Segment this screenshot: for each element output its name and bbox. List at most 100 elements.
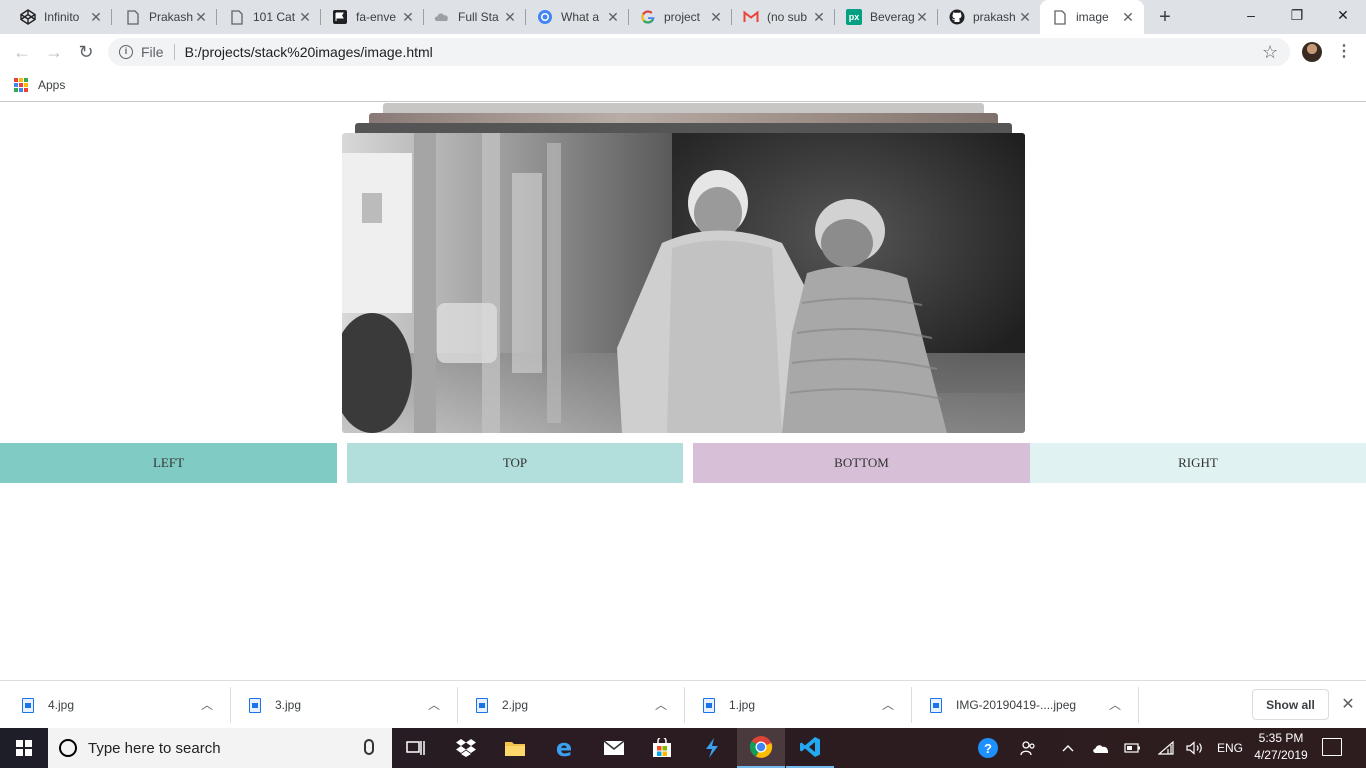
close-window-button[interactable]: ✕ [1320,0,1366,30]
download-item[interactable]: 2.jpg ︿ [458,681,685,729]
tab-close-icon[interactable]: ✕ [502,9,518,25]
doc-icon [1052,9,1068,25]
github-icon [949,9,965,25]
tab-close-icon[interactable]: ✕ [88,9,104,25]
system-clock[interactable]: 5:35 PM 4/27/2019 [1246,730,1316,766]
image-file-icon [22,697,34,713]
tab-close-icon[interactable]: ✕ [193,9,209,25]
apps-label: Apps [38,78,66,92]
tab-infinito[interactable]: Infinito ✕ [8,0,112,34]
url-text[interactable]: B:/projects/stack%20images/image.html [185,44,433,60]
forward-arrow-icon[interactable]: → [42,40,66,64]
tab-gmail[interactable]: (no sub ✕ [731,0,835,34]
new-tab-button[interactable]: + [1153,5,1177,29]
download-filename: 2.jpg [502,698,529,712]
fontawesome-flag-icon [332,9,348,25]
top-button[interactable]: TOP [347,443,683,483]
download-item[interactable]: 3.jpg ︿ [231,681,458,729]
action-center-icon[interactable] [1322,738,1342,756]
people-icon[interactable] [1016,728,1040,768]
chevron-up-icon[interactable]: ︿ [880,697,896,713]
image-file-icon [703,697,715,713]
tab-title: Prakash [149,10,193,24]
bolt-app-icon[interactable] [688,728,736,768]
kebab-menu-icon[interactable]: ⋮ [1336,42,1352,62]
profile-avatar[interactable] [1302,42,1322,62]
scheme-label: File [141,44,164,60]
download-item[interactable]: 4.jpg ︿ [0,681,231,729]
download-item[interactable]: 1.jpg ︿ [685,681,912,729]
tab-close-icon[interactable]: ✕ [914,9,930,25]
tab-close-icon[interactable]: ✕ [708,9,724,25]
tab-title: project [664,10,701,24]
minimize-button[interactable]: – [1228,0,1274,30]
tab-title: (no sub [767,10,808,24]
chevron-up-icon[interactable]: ︿ [199,697,215,713]
bookmark-star-icon[interactable]: ☆ [1262,42,1278,62]
tab-close-icon[interactable]: ✕ [400,9,416,25]
tab-fa-envelope[interactable]: fa-enve ✕ [320,0,424,34]
task-view-icon[interactable] [392,728,440,768]
image-file-icon [476,697,488,713]
address-bar[interactable]: i File B:/projects/stack%20images/image.… [108,38,1290,66]
show-all-button[interactable]: Show all [1252,689,1329,720]
edge-browser-icon[interactable]: e [540,728,588,768]
chevron-up-icon[interactable]: ︿ [426,697,442,713]
wifi-icon[interactable] [1155,728,1177,768]
language-indicator[interactable]: ENG [1212,728,1248,768]
taskbar-search[interactable]: Type here to search [48,728,392,768]
dropbox-icon[interactable] [442,728,490,768]
back-arrow-icon[interactable]: ← [10,40,34,64]
restore-button[interactable]: ❐ [1274,0,1320,30]
tab-title: Infinito [44,10,80,24]
page-content: LEFT TOP BOTTOM RIGHT [0,103,1366,680]
tab-title: 101 Cat [253,10,296,24]
gmail-icon [743,9,759,25]
info-icon[interactable]: i [119,45,133,59]
tab-strip: Infinito ✕ Prakash ✕ 101 Cat ✕ fa-enve ✕… [0,0,1366,34]
chrome-circle-icon [537,9,553,25]
elderly-couple-photo [342,133,1025,433]
tab-beverage[interactable]: px Beverag ✕ [834,0,938,34]
reload-icon[interactable]: ↻ [74,40,98,64]
tab-close-icon[interactable]: ✕ [297,9,313,25]
tab-101-cat[interactable]: 101 Cat ✕ [217,0,321,34]
tab-close-icon[interactable]: ✕ [1120,9,1136,25]
image-file-icon [249,697,261,713]
direction-buttons: LEFT TOP BOTTOM RIGHT [0,443,1366,483]
tab-prakash[interactable]: Prakash ✕ [113,0,217,34]
chevron-up-icon[interactable] [1058,728,1078,768]
bottom-button[interactable]: BOTTOM [693,443,1030,483]
volume-icon[interactable] [1184,728,1206,768]
file-explorer-icon[interactable] [491,728,539,768]
chevron-up-icon[interactable]: ︿ [1107,697,1123,713]
left-button[interactable]: LEFT [0,443,337,483]
tab-github-prakash[interactable]: prakash ✕ [937,0,1041,34]
tab-project[interactable]: project ✕ [628,0,732,34]
chrome-icon[interactable] [737,728,785,768]
store-icon[interactable] [638,728,686,768]
tab-title: prakash [973,10,1016,24]
vscode-icon[interactable] [786,728,834,768]
tab-close-icon[interactable]: ✕ [1017,9,1033,25]
apps-shortcut[interactable]: Apps [14,78,65,92]
right-button[interactable]: RIGHT [1030,443,1366,483]
start-button[interactable] [0,728,48,768]
download-item[interactable]: IMG-20190419-....jpeg ︿ [912,681,1139,729]
tab-close-icon[interactable]: ✕ [605,9,621,25]
windows-logo-icon [16,740,32,756]
tab-full-stack[interactable]: Full Sta ✕ [422,0,526,34]
tab-close-icon[interactable]: ✕ [811,9,827,25]
microphone-icon[interactable] [364,739,374,755]
cortana-icon [59,739,77,757]
tab-image[interactable]: image ✕ [1040,0,1144,34]
close-shelf-icon[interactable]: ✕ [1338,695,1358,715]
chevron-up-icon[interactable]: ︿ [653,697,669,713]
tab-what-a[interactable]: What a ✕ [525,0,629,34]
download-separator [1138,687,1139,723]
mail-icon[interactable] [590,728,638,768]
cloud-icon [434,9,450,25]
onedrive-cloud-icon[interactable] [1090,728,1112,768]
help-icon[interactable]: ? [975,728,1001,768]
battery-icon[interactable] [1122,728,1144,768]
